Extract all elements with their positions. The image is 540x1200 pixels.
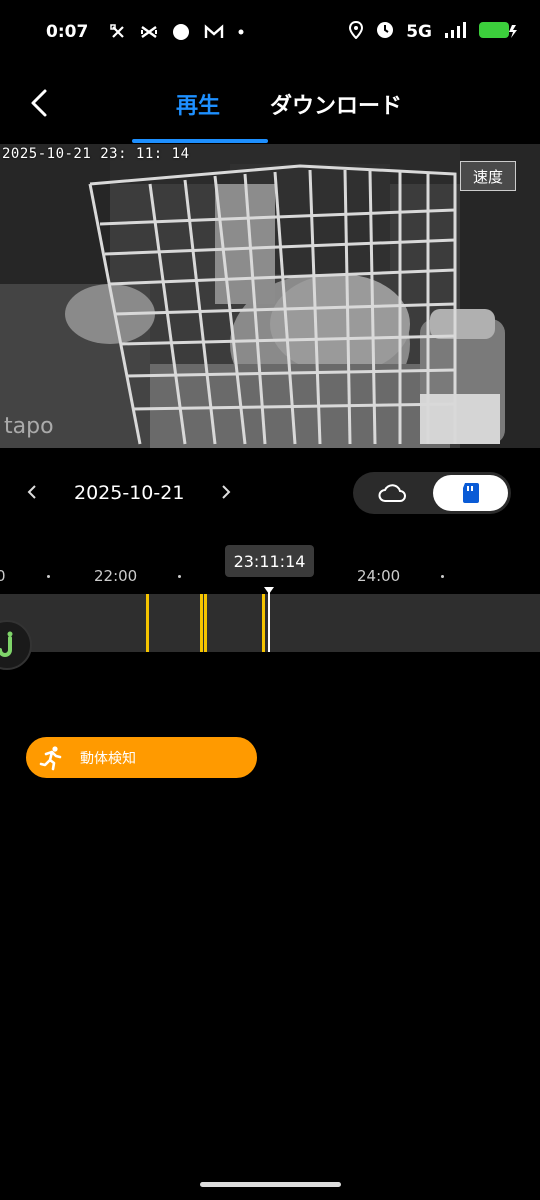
- tick-dot: [47, 575, 50, 578]
- tab-download[interactable]: ダウンロード: [270, 88, 402, 120]
- app-logo-icon: [0, 631, 13, 657]
- sd-card-icon: [462, 483, 479, 503]
- tick-label: 22:00: [94, 567, 138, 585]
- chevron-left-icon: [27, 485, 36, 499]
- tick-dot: [441, 575, 444, 578]
- speed-button[interactable]: 速度: [460, 161, 516, 191]
- chevron-right-icon: [222, 485, 231, 499]
- active-tab-indicator: [132, 139, 268, 143]
- gmail-icon: [204, 24, 224, 40]
- date-label[interactable]: 2025-10-21: [74, 482, 184, 504]
- event-marker[interactable]: [146, 594, 149, 652]
- next-date-button[interactable]: [216, 480, 236, 504]
- previous-date-button[interactable]: [22, 480, 42, 504]
- event-marker[interactable]: [200, 594, 203, 652]
- playhead-line[interactable]: [268, 589, 270, 652]
- tick-dot: [178, 575, 181, 578]
- video-timestamp: 2025-10-21 23: 11: 14: [2, 146, 190, 162]
- motion-detection-filter-chip[interactable]: 動体検知: [26, 737, 257, 778]
- event-marker[interactable]: [262, 594, 265, 652]
- signal-icon: [444, 21, 466, 43]
- tick-label: 24:00: [357, 567, 401, 585]
- circle-icon: [172, 23, 190, 41]
- sd-card-button[interactable]: [433, 475, 508, 511]
- alarm-icon: [376, 21, 394, 44]
- home-indicator[interactable]: [200, 1182, 341, 1187]
- cursor-time-bubble: 23:11:14: [225, 545, 314, 577]
- running-person-icon: [38, 744, 66, 772]
- back-button[interactable]: [22, 86, 56, 120]
- timeline-track[interactable]: [0, 594, 540, 652]
- capcut-icon: [140, 24, 158, 40]
- camera-frame-image: [0, 144, 540, 448]
- network-label: 5G: [406, 22, 432, 42]
- dot-icon: [238, 29, 244, 35]
- status-bar: 0:07 5G: [0, 0, 540, 64]
- storage-toggle: [353, 472, 511, 514]
- status-time: 0:07: [46, 22, 89, 42]
- date-navigation: 2025-10-21: [0, 466, 540, 520]
- chevron-left-icon: [31, 89, 47, 117]
- location-icon: [348, 20, 364, 44]
- tick-label: 0: [0, 567, 6, 585]
- tab-playback[interactable]: 再生: [176, 88, 220, 120]
- playhead-arrow: [264, 587, 274, 594]
- timeline[interactable]: 0 22:00 24:00 23:11:14: [0, 545, 540, 675]
- video-player[interactable]: 2025-10-21 23: 11: 14 速度: [0, 144, 540, 448]
- event-marker[interactable]: [204, 594, 207, 652]
- cloud-icon: [378, 484, 406, 502]
- battery-charging-icon: [478, 21, 518, 44]
- cloud-storage-button[interactable]: [353, 472, 431, 514]
- cut-icon: [110, 24, 126, 40]
- status-right: 5G: [348, 20, 518, 44]
- header: 再生 ダウンロード: [0, 64, 540, 144]
- motion-detection-label: 動体検知: [80, 750, 136, 767]
- watermark: tapo: [4, 414, 54, 439]
